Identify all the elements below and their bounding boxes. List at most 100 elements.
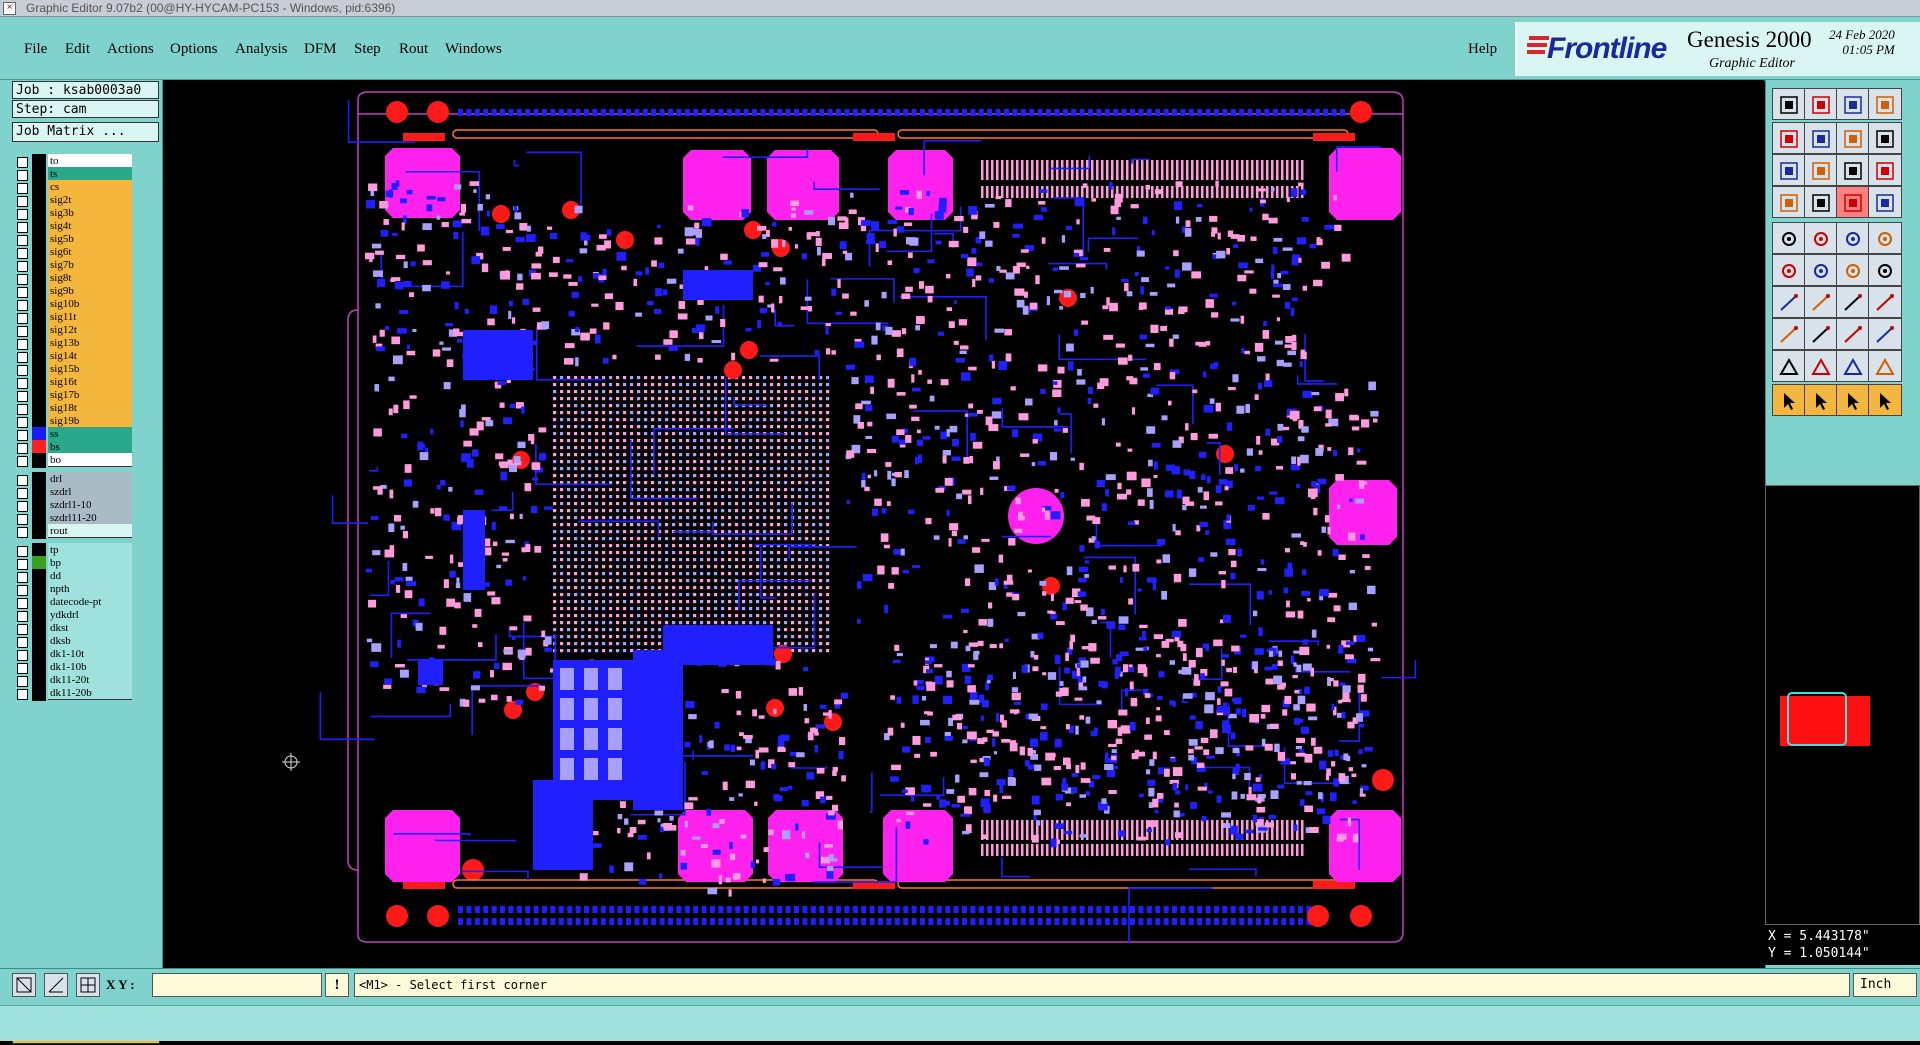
layer-row-dk11-20b[interactable]: dk11-20b [12,686,134,701]
warning-button[interactable]: ! [325,973,349,997]
component-pad [826,348,830,354]
tool-button-connect[interactable] [1868,318,1902,350]
tool-button-minus[interactable] [1804,318,1838,350]
menu-dfm[interactable]: DFM [304,41,337,58]
tool-button-window-fit[interactable] [1868,122,1902,154]
edge-pad [592,109,597,116]
component-pad [817,768,825,774]
tool-button-window-grid[interactable] [1868,88,1902,120]
tool-button-triangle-alt[interactable] [1836,350,1870,382]
tool-button-text[interactable] [1868,286,1902,318]
menu-options[interactable]: Options [170,41,218,58]
menu-help[interactable]: Help [1468,41,1497,58]
bga-ball [763,376,766,379]
bga-ball [623,544,626,547]
tool-button-pad[interactable] [1772,254,1806,286]
component-pad [985,241,992,247]
component-pad [1303,639,1308,644]
bga-ball [686,593,689,596]
tool-button-snap[interactable] [1836,186,1870,218]
tool-button-home[interactable] [1836,88,1870,120]
bga-ball [658,621,661,624]
bga-ball [777,418,780,421]
tool-button-pointer[interactable] [1772,384,1806,416]
tool-button-move[interactable] [1804,222,1838,254]
tool-button-window-down[interactable] [1804,88,1838,120]
graphic-canvas[interactable] [163,80,1764,968]
units-selector[interactable]: Inch [1853,973,1917,997]
tool-button-pan-right[interactable] [1804,122,1838,154]
layer-checkbox[interactable] [17,456,28,467]
menu-windows[interactable]: Windows [445,41,502,58]
component-pad [897,392,906,396]
job-matrix-button[interactable]: Job Matrix ... [12,122,159,142]
component-pad [1227,422,1232,431]
component-pad [892,567,899,574]
tool-button-layers[interactable] [1772,186,1806,218]
connector-pin [1066,820,1069,840]
component-pad [1330,678,1334,681]
component-pad [1267,724,1270,729]
tool-button-target[interactable] [1836,318,1870,350]
coord-y: Y = 1.050144" [1768,945,1920,962]
tool-button-fit-view[interactable] [1804,154,1838,186]
bga-ball [700,495,703,498]
xy-input[interactable] [152,973,322,997]
grid-button[interactable] [76,973,100,997]
tool-button-circle[interactable] [1868,222,1902,254]
bga-ball [574,565,577,568]
component-pad [816,724,825,728]
menu-actions[interactable]: Actions [107,41,154,58]
menu-edit[interactable]: Edit [65,41,90,58]
tool-button-triangle-edge[interactable] [1868,350,1902,382]
tool-button-pointer-arc[interactable] [1836,384,1870,416]
tool-button-arc[interactable] [1836,286,1870,318]
component-pad [1318,792,1323,799]
bga-ball [763,516,766,519]
layer-row-rout[interactable]: rout [12,524,134,539]
component-pad [967,731,977,739]
menu-step[interactable]: Step [354,41,381,58]
edge-pad [559,918,564,925]
tool-button-scale-one[interactable] [1836,154,1870,186]
tool-button-question[interactable] [1868,154,1902,186]
tool-button-pointer-box[interactable] [1804,384,1838,416]
tool-button-slash[interactable] [1804,286,1838,318]
tool-button-pan-left[interactable] [1772,122,1806,154]
component-pad [563,274,571,278]
tool-button-grid-view[interactable] [1804,186,1838,218]
component-pad [1161,591,1167,600]
bga-ball [616,523,619,526]
layer-checkbox[interactable] [17,689,28,700]
tool-button-line[interactable] [1836,254,1870,286]
tool-button-triangle-fill[interactable] [1804,350,1838,382]
tool-button-properties[interactable] [1868,186,1902,218]
layer-row-bo[interactable]: bo [12,453,134,468]
tool-button-cross[interactable] [1804,254,1838,286]
tool-button-line-alt[interactable] [1868,254,1902,286]
menu-analysis[interactable]: Analysis [235,41,288,58]
tool-button-angle[interactable] [1772,286,1806,318]
bga-ball [637,523,640,526]
measure-button[interactable] [44,973,68,997]
bga-ball [819,537,822,540]
zoom-box-button[interactable] [12,973,36,997]
menu-file[interactable]: File [24,41,47,58]
bga-ball [609,572,612,575]
edge-pad [962,906,967,913]
tool-button-fit-all[interactable] [1772,154,1806,186]
component-pad [943,450,951,455]
component-pad [1323,816,1331,824]
tool-button-zoom-fit[interactable] [1836,122,1870,154]
menu-rout[interactable]: Rout [399,41,428,58]
tool-button-ruler[interactable] [1836,222,1870,254]
tool-button-pointer-path[interactable] [1868,384,1902,416]
tool-button-select-box[interactable] [1772,222,1806,254]
tool-button-window-up[interactable] [1772,88,1806,120]
tool-button-pad-select[interactable] [1772,318,1806,350]
pcb-board[interactable] [163,80,1764,968]
component-pad [1339,682,1345,685]
tool-button-triangle[interactable] [1772,350,1806,382]
bga-ball [574,635,577,638]
layer-checkbox[interactable] [17,527,28,538]
